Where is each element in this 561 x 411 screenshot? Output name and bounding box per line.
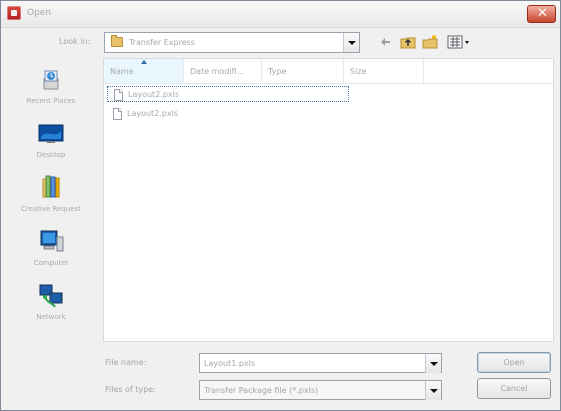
- column-header-date-modified[interactable]: Date modifi...: [184, 59, 262, 83]
- title-bar: Open ✕: [1, 1, 560, 28]
- place-network[interactable]: Network: [7, 273, 95, 325]
- column-header-label: Date modifi...: [190, 67, 245, 76]
- cancel-button[interactable]: Cancel: [477, 378, 551, 399]
- desktop-icon: [37, 119, 65, 147]
- place-label: Network: [36, 313, 66, 321]
- files-of-type-combobox[interactable]: Transfer Package file (*.pxls): [199, 380, 442, 400]
- folder-icon: [111, 35, 123, 47]
- file-list[interactable]: Name Date modifi... Type Size Layout2.px…: [103, 58, 554, 342]
- recent-places-icon: [37, 65, 65, 93]
- column-header-label: Name: [110, 67, 134, 76]
- file-name-value: Layout1.pxls: [204, 359, 256, 368]
- chevron-down-icon[interactable]: [425, 381, 441, 400]
- open-button[interactable]: Open: [477, 352, 551, 373]
- chevron-down-icon[interactable]: [343, 33, 359, 52]
- file-name-label: File name:: [105, 358, 147, 367]
- computer-icon: [37, 227, 65, 255]
- column-header-name[interactable]: Name: [104, 59, 184, 83]
- document-icon: [114, 89, 123, 101]
- network-icon: [37, 281, 65, 309]
- file-list-header: Name Date modifi... Type Size: [104, 59, 553, 84]
- new-folder-icon[interactable]: [422, 34, 438, 50]
- place-desktop[interactable]: Desktop: [7, 111, 95, 163]
- look-in-value: Transfer Express: [129, 38, 195, 47]
- files-of-type-value: Transfer Package file (*.pxls): [204, 386, 319, 395]
- column-header-label: Size: [350, 67, 367, 76]
- files-of-type-label: Files of type:: [105, 385, 156, 394]
- app-logo-icon: [7, 6, 21, 20]
- file-name: Layout2.pxls: [128, 90, 180, 99]
- file-row[interactable]: Layout2.pxls: [107, 106, 349, 122]
- close-button[interactable]: ✕: [527, 5, 556, 23]
- library-icon: [37, 173, 65, 201]
- file-name: Layout2.pxls: [127, 109, 179, 118]
- views-menu-icon[interactable]: [447, 34, 475, 50]
- file-row[interactable]: Layout2.pxls: [107, 86, 349, 102]
- place-label: Creative Request: [20, 205, 81, 213]
- place-creative-request[interactable]: Creative Request: [7, 165, 95, 217]
- place-label: Recent Places: [26, 97, 76, 105]
- place-recent-places[interactable]: Recent Places: [7, 57, 95, 109]
- place-computer[interactable]: Computer: [7, 219, 95, 271]
- close-icon: ✕: [537, 6, 548, 21]
- sort-ascending-icon: [141, 60, 147, 64]
- column-header-label: Type: [268, 67, 287, 76]
- up-one-level-icon[interactable]: [400, 34, 416, 50]
- places-bar: Recent Places Desktop Creative Request C…: [7, 57, 95, 333]
- chevron-down-icon[interactable]: [425, 354, 441, 373]
- open-dialog: Open ✕ Look in: Transfer Express Recent …: [0, 0, 561, 411]
- column-header-type[interactable]: Type: [262, 59, 344, 83]
- look-in-combobox[interactable]: Transfer Express: [104, 32, 360, 53]
- file-name-combobox[interactable]: Layout1.pxls: [199, 353, 442, 373]
- document-icon: [113, 108, 122, 120]
- place-label: Computer: [33, 259, 69, 267]
- window-title: Open: [27, 8, 52, 18]
- place-label: Desktop: [36, 151, 66, 159]
- back-arrow-icon[interactable]: [378, 34, 394, 50]
- column-header-size[interactable]: Size: [344, 59, 424, 83]
- look-in-label: Look in:: [59, 37, 91, 46]
